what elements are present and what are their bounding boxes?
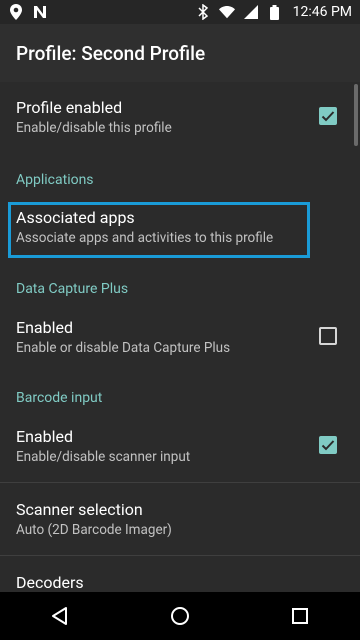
- pref-title: Scanner selection: [16, 500, 143, 519]
- recents-button[interactable]: [276, 592, 324, 640]
- location-pin-icon: [8, 4, 24, 20]
- wifi-icon: [218, 4, 235, 20]
- checkbox-checked[interactable]: [319, 107, 337, 125]
- checkmark-icon: [321, 111, 335, 122]
- pref-profile-enabled[interactable]: Profile enabled Enable/disable this prof…: [0, 82, 360, 164]
- clock: 12:46 PM: [292, 4, 352, 20]
- pref-dcp-enabled[interactable]: Enabled Enable or disable Data Capture P…: [0, 304, 360, 376]
- pref-title: Enabled: [16, 318, 74, 337]
- highlight-box: [8, 202, 310, 258]
- page-title: Profile: Second Profile: [16, 41, 206, 65]
- bluetooth-icon: [195, 4, 211, 20]
- checkbox-checked[interactable]: [319, 436, 337, 454]
- pref-summary: Auto (2D Barcode Imager): [16, 522, 172, 538]
- home-circle-icon: [171, 607, 189, 625]
- category-barcode-input: Barcode input: [16, 390, 103, 406]
- back-triangle-icon: [52, 607, 67, 625]
- pref-summary: Enable/disable this profile: [16, 120, 172, 136]
- pref-title: Decoders: [16, 573, 84, 592]
- back-button[interactable]: [36, 592, 84, 640]
- pref-scanner-selection[interactable]: Scanner selection Auto (2D Barcode Image…: [0, 483, 360, 555]
- navigation-bar: [0, 592, 360, 640]
- checkbox-unchecked[interactable]: [319, 327, 337, 345]
- preference-list[interactable]: Profile enabled Enable/disable this prof…: [0, 82, 360, 592]
- pref-summary: Enable/disable scanner input: [16, 449, 191, 465]
- recents-square-icon: [292, 608, 308, 624]
- battery-icon: [267, 4, 283, 20]
- pref-barcode-enabled[interactable]: Enabled Enable/disable scanner input: [0, 414, 360, 486]
- pref-title: Profile enabled: [16, 98, 123, 117]
- pref-decoders[interactable]: Decoders: [0, 556, 360, 592]
- home-button[interactable]: [156, 592, 204, 640]
- cell-signal-icon: [243, 4, 259, 20]
- pref-title: Enabled: [16, 427, 74, 446]
- checkmark-icon: [321, 440, 335, 451]
- pref-summary: Enable or disable Data Capture Plus: [16, 340, 231, 356]
- category-data-capture-plus: Data Capture Plus: [16, 281, 129, 297]
- status-bar: 12:46 PM: [0, 0, 360, 24]
- category-applications: Applications: [16, 172, 94, 188]
- notification-n-icon: [32, 4, 48, 20]
- app-bar: Profile: Second Profile: [0, 24, 360, 82]
